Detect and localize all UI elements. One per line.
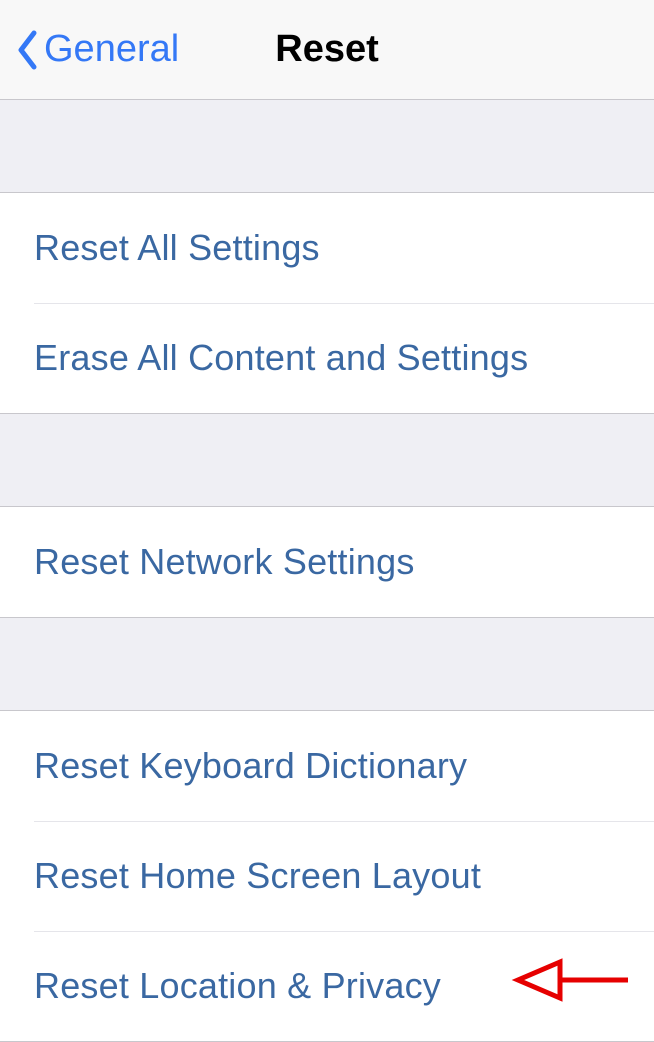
row-label: Erase All Content and Settings bbox=[34, 337, 528, 378]
nav-bar: General Reset bbox=[0, 0, 654, 100]
group-gap bbox=[0, 100, 654, 192]
row-erase-all-content[interactable]: Erase All Content and Settings bbox=[0, 303, 654, 413]
row-reset-network-settings[interactable]: Reset Network Settings bbox=[0, 507, 654, 617]
arrow-annotation-icon bbox=[510, 950, 630, 1010]
row-reset-home-screen-layout[interactable]: Reset Home Screen Layout bbox=[0, 821, 654, 931]
row-label: Reset Home Screen Layout bbox=[34, 855, 481, 896]
group-gap bbox=[0, 414, 654, 506]
row-label: Reset Network Settings bbox=[34, 541, 415, 582]
section-2: Reset Network Settings bbox=[0, 506, 654, 618]
row-label: Reset Location & Privacy bbox=[34, 965, 441, 1006]
row-reset-all-settings[interactable]: Reset All Settings bbox=[0, 193, 654, 303]
row-label: Reset All Settings bbox=[34, 227, 320, 268]
row-reset-keyboard-dictionary[interactable]: Reset Keyboard Dictionary bbox=[0, 711, 654, 821]
chevron-back-icon bbox=[16, 30, 38, 70]
back-button[interactable]: General bbox=[16, 28, 179, 71]
row-label: Reset Keyboard Dictionary bbox=[34, 745, 467, 786]
section-1: Reset All Settings Erase All Content and… bbox=[0, 192, 654, 414]
back-label: General bbox=[44, 28, 179, 71]
group-gap bbox=[0, 618, 654, 710]
page-title: Reset bbox=[275, 28, 379, 71]
